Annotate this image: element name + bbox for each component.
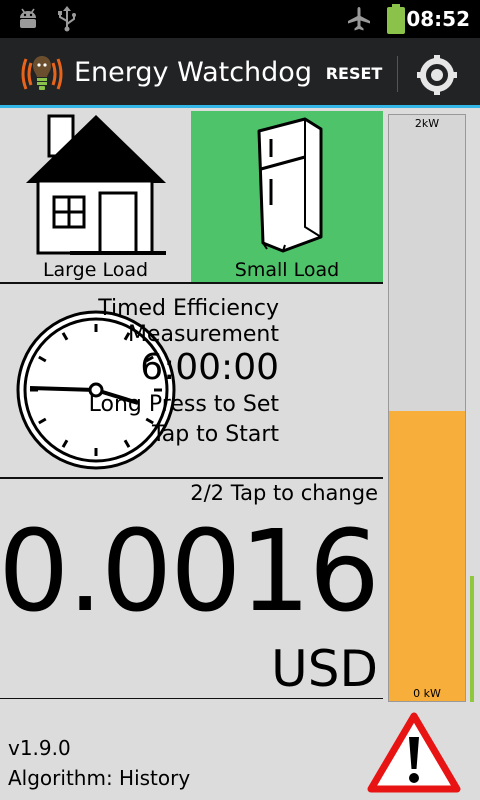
reset-button[interactable]: RESET xyxy=(318,52,390,96)
battery-icon xyxy=(387,4,405,34)
usb-icon xyxy=(58,6,76,32)
cost-unit: USD xyxy=(271,640,378,698)
meter-max-label: 2kW xyxy=(414,117,440,130)
timer-duration: 6:00:00 xyxy=(140,347,279,388)
power-meter: 2kW 0 kW xyxy=(388,114,466,702)
version-label: v1.9.0 xyxy=(8,736,71,760)
airplane-mode-icon xyxy=(348,7,370,31)
status-bar: 08:52 xyxy=(0,0,480,38)
page-indicator[interactable]: 2/2 Tap to change xyxy=(190,481,378,505)
large-load-button[interactable]: Large Load xyxy=(0,111,191,283)
timed-measurement-panel[interactable]: Timed Efficiency Measurement 6:00:00 Lon… xyxy=(0,284,383,477)
action-bar: Energy Watchdog RESET xyxy=(0,38,480,108)
warning-icon[interactable] xyxy=(367,711,461,793)
algorithm-label: Algorithm: History xyxy=(8,766,191,790)
status-time: 08:52 xyxy=(406,7,470,31)
fridge-icon xyxy=(257,117,323,253)
large-load-label: Large Load xyxy=(42,259,149,281)
meter-min-label: 0 kW xyxy=(413,687,441,700)
app-title: Energy Watchdog xyxy=(74,57,312,88)
cost-value: 0.0016 xyxy=(0,507,380,637)
timer-long-press-hint: Long Press to Set xyxy=(88,392,279,417)
timer-title-line2: Measurement xyxy=(127,322,279,347)
section-divider xyxy=(0,698,383,699)
power-meter-fill xyxy=(389,410,465,701)
watchdog-logo-icon xyxy=(21,56,63,90)
scroll-indicator xyxy=(470,576,474,702)
action-bar-divider xyxy=(397,56,398,92)
timer-tap-hint: Tap to Start xyxy=(151,422,279,447)
small-load-button[interactable]: Small Load xyxy=(191,111,383,283)
house-icon xyxy=(26,114,166,255)
small-load-label: Small Load xyxy=(234,259,340,281)
android-debug-icon xyxy=(20,8,36,28)
timer-title-line1: Timed Efficiency xyxy=(98,296,279,321)
settings-icon[interactable] xyxy=(414,52,460,98)
